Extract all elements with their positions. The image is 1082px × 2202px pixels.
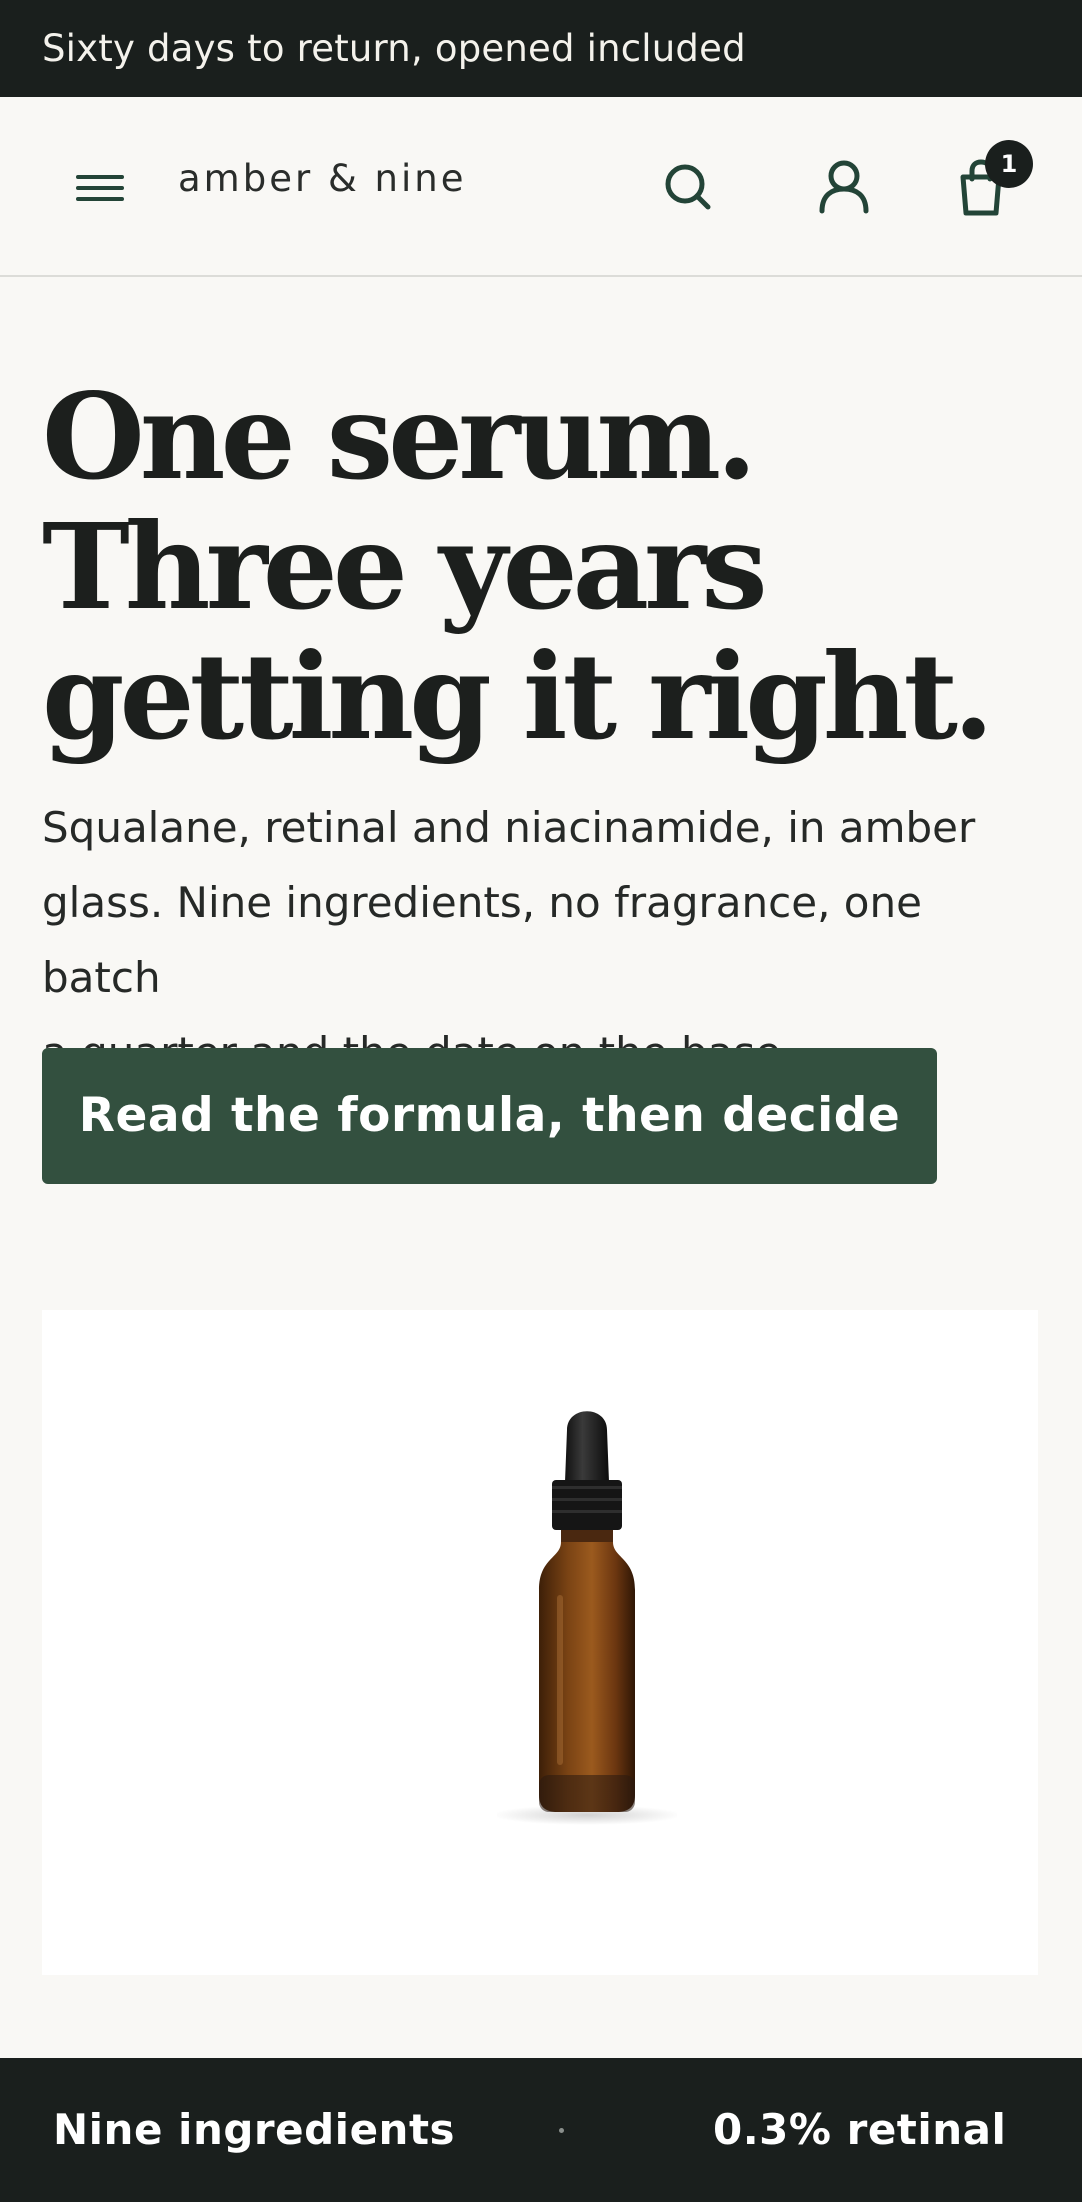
announcement-bar: Sixty days to return, opened included [0,0,1082,97]
hero-headline-line: One serum. [42,367,757,506]
site-header: amber & nine [0,97,1082,277]
menu-button[interactable] [60,159,140,215]
cart-count-badge: 1 [985,140,1033,188]
feature-nine-ingredients: Nine ingredients [53,2105,456,2154]
hero-headline: One serum. Three years getting it right. [42,372,1042,762]
hero-description-line: glass. Nine ingredients, no fragrance, o… [42,878,922,1002]
user-icon [819,160,869,214]
search-icon [665,164,711,210]
menu-icon-bar [76,186,124,190]
account-button[interactable] [808,151,880,223]
amber-dropper-bottle-image [497,1411,677,1825]
menu-icon-bar [76,175,124,179]
hero-description-line: Squalane, retinal and niacinamide, in am… [42,803,976,852]
hero-headline-line: getting it right. [42,627,994,766]
menu-icon-bar [76,197,124,201]
product-image-card [42,1310,1038,1975]
hero-description: Squalane, retinal and niacinamide, in am… [42,790,1042,1090]
feature-retinal: 0.3% retinal [713,2105,1007,2154]
search-button[interactable] [652,151,724,223]
feature-strip: Nine ingredients 0.3% retinal [0,2058,1082,2202]
announcement-text: Sixty days to return, opened included [42,27,746,70]
hero-headline-line: Three years [42,497,768,636]
separator-dot [559,2128,564,2133]
brand-logo[interactable]: amber & nine [178,157,467,200]
read-formula-button[interactable]: Read the formula, then decide [42,1048,937,1184]
